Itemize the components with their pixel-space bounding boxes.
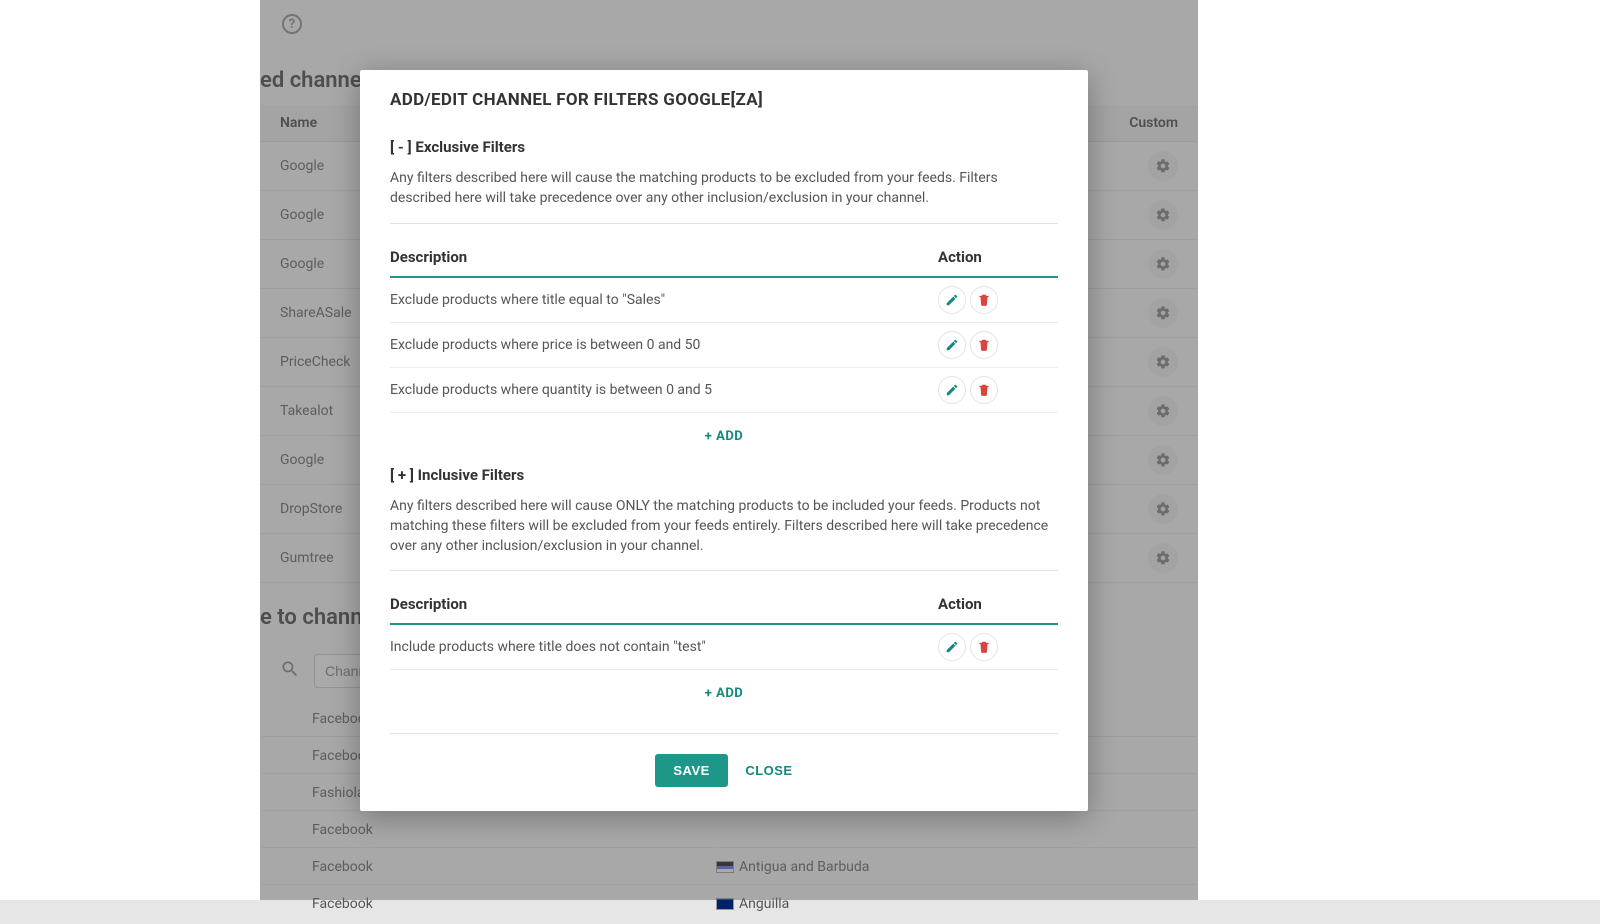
filter-row: Exclude products where price is between … xyxy=(390,322,1058,367)
flag-icon xyxy=(716,898,734,910)
filter-row: Exclude products where quantity is betwe… xyxy=(390,367,1058,412)
filter-description: Exclude products where title equal to "S… xyxy=(390,277,938,323)
exclusive-description: Any filters described here will cause th… xyxy=(390,168,1058,224)
filter-description: Exclude products where quantity is betwe… xyxy=(390,367,938,412)
inclusive-filters-table: Description Action Include products wher… xyxy=(390,587,1058,670)
edit-icon[interactable] xyxy=(938,633,966,661)
delete-icon[interactable] xyxy=(970,376,998,404)
edit-icon[interactable] xyxy=(938,286,966,314)
modal-title: ADD/EDIT CHANNEL FOR FILTERS GOOGLE[ZA] xyxy=(390,90,1058,110)
filter-row: Include products where title does not co… xyxy=(390,624,1058,670)
exclusive-heading: [ - ] Exclusive Filters xyxy=(390,138,1058,156)
save-button[interactable]: SAVE xyxy=(655,754,727,787)
edit-icon[interactable] xyxy=(938,376,966,404)
delete-icon[interactable] xyxy=(970,286,998,314)
add-exclusive-filter-button[interactable]: + ADD xyxy=(390,413,1058,454)
exclusive-col-action: Action xyxy=(938,240,1058,277)
exclusive-filters-table: Description Action Exclude products wher… xyxy=(390,240,1058,413)
add-inclusive-filter-button[interactable]: + ADD xyxy=(390,670,1058,711)
inclusive-col-action: Action xyxy=(938,587,1058,624)
delete-icon[interactable] xyxy=(970,331,998,359)
inclusive-col-description: Description xyxy=(390,587,938,624)
inclusive-heading: [ + ] Inclusive Filters xyxy=(390,466,1058,484)
delete-icon[interactable] xyxy=(970,633,998,661)
inclusive-description: Any filters described here will cause ON… xyxy=(390,496,1058,572)
close-button[interactable]: CLOSE xyxy=(745,763,792,778)
filter-row: Exclude products where title equal to "S… xyxy=(390,277,1058,323)
exclusive-col-description: Description xyxy=(390,240,938,277)
edit-icon[interactable] xyxy=(938,331,966,359)
filters-modal: ADD/EDIT CHANNEL FOR FILTERS GOOGLE[ZA] … xyxy=(360,70,1088,811)
filter-description: Exclude products where price is between … xyxy=(390,322,938,367)
filter-description: Include products where title does not co… xyxy=(390,624,938,670)
